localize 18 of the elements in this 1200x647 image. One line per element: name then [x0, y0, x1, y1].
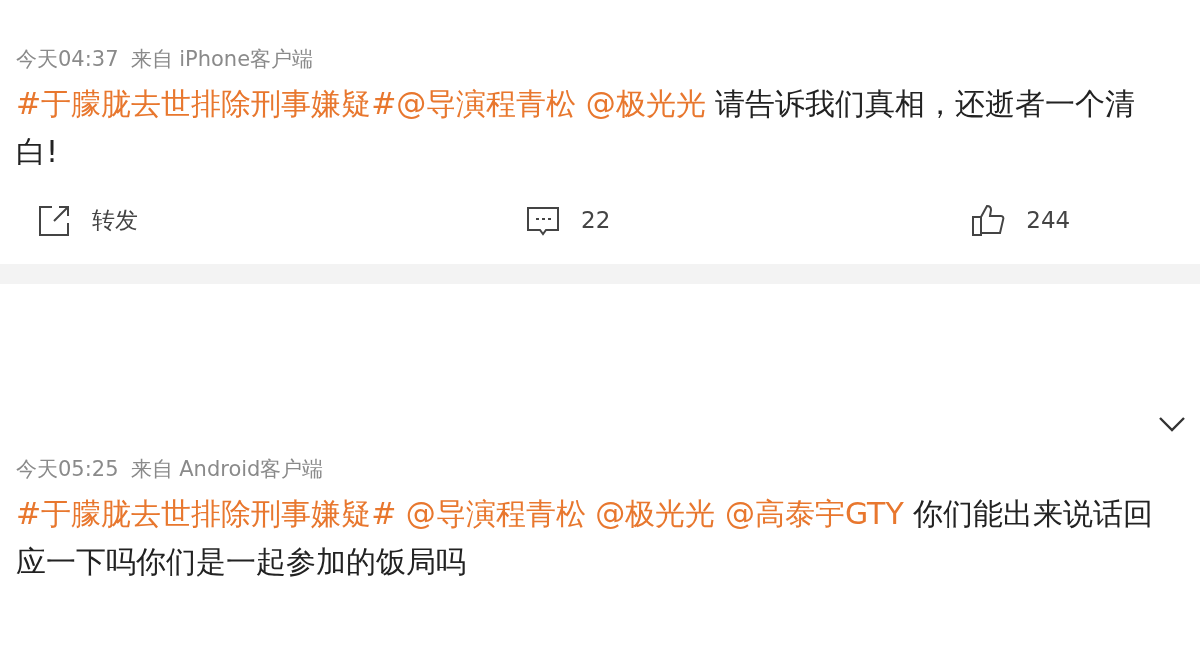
chevron-down-icon[interactable] [1158, 416, 1186, 432]
post-time: 今天05:25 [16, 456, 119, 483]
mention-link[interactable]: @极光光 [585, 496, 716, 531]
hashtag-link[interactable]: #于朦胧去世排除刑事嫌疑# [16, 496, 397, 531]
comment-button[interactable]: 22 [525, 202, 611, 238]
thumbs-up-icon [970, 202, 1007, 238]
repost-button[interactable]: 转发 [36, 202, 138, 238]
post-text: #于朦胧去世排除刑事嫌疑#@导演程青松 @极光光 请告诉我们真相，还逝者一个清白! [16, 85, 1137, 171]
post-text: #于朦胧去世排除刑事嫌疑# @导演程青松 @极光光 @高泰宇GTY 你们能出来说话回应一下吗你们是一起参加的饭局吗 [16, 495, 1155, 581]
post-source: 来自 Android客户端 [130, 456, 324, 483]
mention-link[interactable]: @导演程青松 [396, 86, 577, 121]
mention-link[interactable]: @高泰宇GTY [715, 496, 904, 531]
mention-link[interactable]: @极光光 [576, 86, 706, 121]
post-source: 来自 iPhone客户端 [130, 46, 314, 73]
like-button[interactable]: 244 [970, 202, 1071, 238]
hashtag-link[interactable]: #于朦胧去世排除刑事嫌疑# [16, 86, 397, 121]
post-time: 今天04:37 [16, 46, 119, 73]
mention-link[interactable]: @导演程青松 [396, 496, 586, 531]
